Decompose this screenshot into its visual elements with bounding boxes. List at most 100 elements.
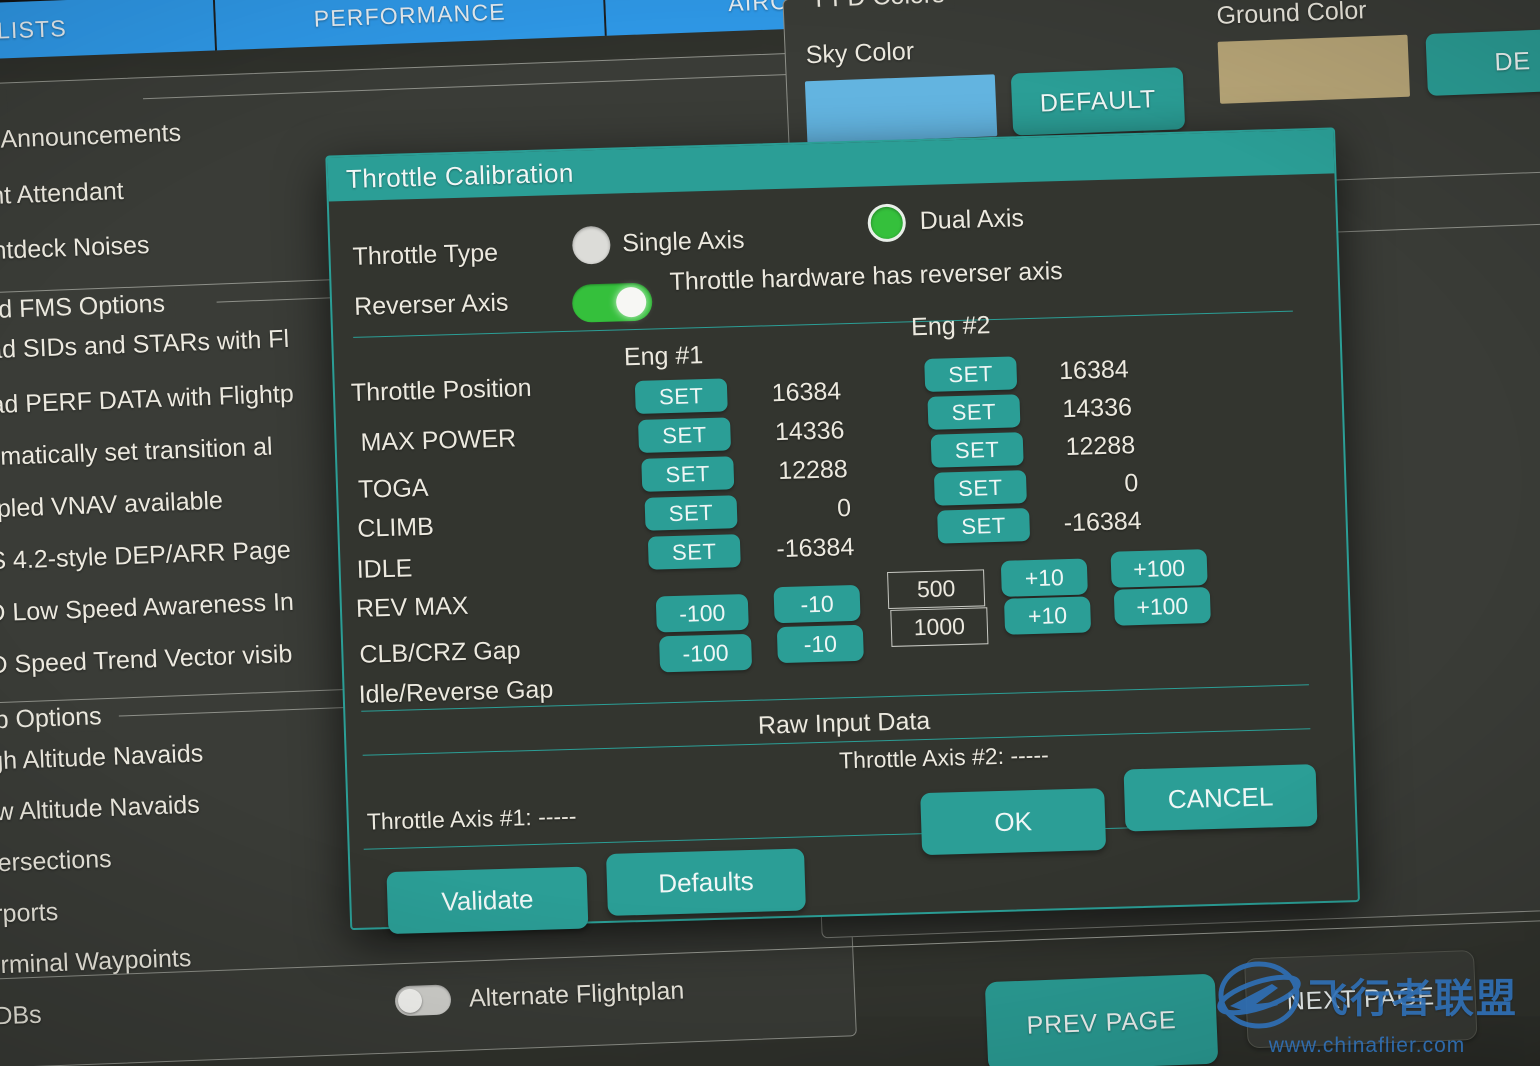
set-button-eng1-climb[interactable]: SET <box>641 456 735 492</box>
ground-color-default-button[interactable]: DE <box>1425 27 1540 97</box>
idle-reverse-plus-10-button[interactable]: +10 <box>1003 596 1092 635</box>
next-page-button[interactable]: NEXT PAGE <box>1243 949 1478 1049</box>
option-label: Flightdeck Noises <box>0 231 151 267</box>
clb-crz-minus-10-button[interactable]: -10 <box>773 584 861 624</box>
sky-color-swatch[interactable] <box>804 74 998 144</box>
value-eng2-idle: 0 <box>1123 469 1139 498</box>
cancel-label: CANCEL <box>1167 780 1274 814</box>
sky-color-default-button[interactable]: DEFAULT <box>1010 67 1186 136</box>
set-label: SET <box>957 474 1004 501</box>
column-header-eng2: Eng #2 <box>910 311 991 342</box>
step-label: -100 <box>678 599 726 627</box>
tab-performance[interactable]: PERFORMANCE <box>214 0 607 51</box>
cancel-button[interactable]: CANCEL <box>1123 764 1318 832</box>
prev-page-label: PREV PAGE <box>1026 1005 1177 1040</box>
gap-label-idle-reverse: Idle/Reverse Gap <box>358 675 554 709</box>
option-row-cabin-announcements[interactable]: abin Announcements <box>0 119 182 157</box>
value-eng1-climb: 12288 <box>777 455 849 486</box>
step-label: -10 <box>799 590 835 617</box>
ground-color-label: Ground Color <box>1215 0 1368 30</box>
option-row-coupled-vnav[interactable]: Coupled VNAV available <box>0 486 223 529</box>
set-button-eng1-rev-max[interactable]: SET <box>647 534 741 570</box>
ok-label: OK <box>993 805 1033 837</box>
throttle-position-header: Throttle Position <box>350 373 533 407</box>
radio-single-axis-label: Single Axis <box>621 225 746 258</box>
set-button-eng1-idle[interactable]: SET <box>644 495 738 531</box>
set-button-eng2-climb[interactable]: SET <box>930 432 1024 468</box>
value-eng2-toga: 14336 <box>1061 393 1133 424</box>
screen-photo: ECKLISTS PERFORMANCE AIRCRAFT tions abin… <box>0 0 1540 1066</box>
option-row-pfd-speed-trend-vector[interactable]: PFD Speed Trend Vector visib <box>0 639 293 684</box>
idle-reverse-minus-10-button[interactable]: -10 <box>776 624 864 664</box>
option-row-high-altitude-navaids[interactable]: High Altitude Navaids <box>0 738 204 780</box>
option-label: PFD Low Speed Awareness In <box>0 587 295 629</box>
value-eng2-max-power: 16384 <box>1058 355 1130 386</box>
set-label: SET <box>954 436 1000 463</box>
option-label: Load SIDs and STARs with Fl <box>0 324 290 366</box>
toggle-alternate-flightplan[interactable] <box>394 984 452 1017</box>
group-title-map-options: Map Options <box>0 701 113 737</box>
radio-single-axis[interactable] <box>571 225 611 265</box>
row-label-toga: TOGA <box>357 473 429 504</box>
option-row-airports[interactable]: Airports <box>0 897 59 933</box>
radio-dual-axis[interactable] <box>867 203 907 243</box>
idle-reverse-minus-100-button[interactable]: -100 <box>659 633 753 673</box>
idle-reverse-plus-100-button[interactable]: +100 <box>1113 587 1211 626</box>
idle-reverse-gap-input[interactable]: 1000 <box>890 607 989 647</box>
option-row-flightdeck-noises[interactable]: Flightdeck Noises <box>0 231 150 268</box>
step-label: -10 <box>803 629 838 657</box>
option-row-flight-attendant[interactable]: Flight Attendant <box>0 177 124 213</box>
clb-crz-minus-100-button[interactable]: -100 <box>655 593 749 633</box>
option-row-load-perf-data[interactable]: Load PERF DATA with Flightp <box>0 380 294 422</box>
value-eng2-climb: 12288 <box>1065 431 1136 462</box>
dialog-body: Throttle Type Single Axis Dual Axis Reve… <box>329 173 1358 935</box>
clb-crz-gap-value: 500 <box>916 575 956 603</box>
option-row-auto-transition-alt[interactable]: Automatically set transition al <box>0 432 273 477</box>
set-label: SET <box>960 512 1007 539</box>
option-row-alternate-flightplan[interactable]: Alternate Flightplan <box>394 976 685 1017</box>
option-label: abin Announcements <box>0 118 182 156</box>
throttle-type-label: Throttle Type <box>352 238 499 271</box>
option-row-low-altitude-navaids[interactable]: Low Altitude Navaids <box>0 790 200 831</box>
option-row-pfd-low-speed-awareness[interactable]: PFD Low Speed Awareness In <box>0 587 294 632</box>
set-label: SET <box>665 460 711 487</box>
option-label: FMS 4.2-style DEP/ARR Page <box>0 535 292 577</box>
validate-button[interactable]: Validate <box>386 866 589 935</box>
defaults-button[interactable]: Defaults <box>606 848 806 916</box>
ground-color-swatch[interactable] <box>1217 34 1411 104</box>
set-label: SET <box>948 360 994 387</box>
group-rule-1 <box>142 71 843 100</box>
idle-reverse-gap-value: 1000 <box>913 612 966 641</box>
group-title-fms-options: nt and FMS Options <box>0 289 176 328</box>
tab-checklists[interactable]: ECKLISTS <box>0 0 218 61</box>
option-row-intersections[interactable]: Intersections <box>0 844 112 882</box>
ok-button[interactable]: OK <box>920 788 1107 856</box>
value-eng1-rev-max: -16384 <box>775 532 855 564</box>
set-button-eng1-max-power[interactable]: SET <box>634 378 728 415</box>
raw-input-data-title: Raw Input Data <box>757 706 931 740</box>
prev-page-button[interactable]: PREV PAGE <box>984 973 1219 1066</box>
column-header-eng1: Eng #1 <box>623 341 704 372</box>
option-row-load-sids-stars[interactable]: Load SIDs and STARs with Fl <box>0 325 290 367</box>
set-button-eng2-toga[interactable]: SET <box>927 394 1021 430</box>
validate-label: Validate <box>440 883 534 917</box>
value-eng1-idle: 0 <box>836 494 852 523</box>
option-label: Automatically set transition al <box>0 432 274 473</box>
set-button-eng2-rev-max[interactable]: SET <box>937 508 1031 544</box>
clb-crz-gap-input[interactable]: 500 <box>887 569 986 610</box>
row-label-idle: IDLE <box>356 554 413 584</box>
simulator-screen: ECKLISTS PERFORMANCE AIRCRAFT tions abin… <box>0 0 1540 1066</box>
clb-crz-plus-10-button[interactable]: +10 <box>1000 558 1088 597</box>
step-label: +100 <box>1132 554 1186 582</box>
defaults-label: Defaults <box>657 865 755 899</box>
row-label-max-power: MAX POWER <box>360 424 517 457</box>
set-button-eng2-idle[interactable]: SET <box>933 470 1027 506</box>
set-button-eng1-toga[interactable]: SET <box>638 417 732 453</box>
set-button-eng2-max-power[interactable]: SET <box>924 356 1018 392</box>
set-label: SET <box>661 421 708 448</box>
option-row-fms42-dep-arr[interactable]: FMS 4.2-style DEP/ARR Page <box>0 535 291 580</box>
option-label: Load PERF DATA with Flightp <box>0 379 295 421</box>
clb-crz-plus-100-button[interactable]: +100 <box>1110 549 1208 588</box>
value-eng2-rev-max: -16384 <box>1063 506 1142 538</box>
toggle-reverser-axis[interactable] <box>571 282 653 323</box>
